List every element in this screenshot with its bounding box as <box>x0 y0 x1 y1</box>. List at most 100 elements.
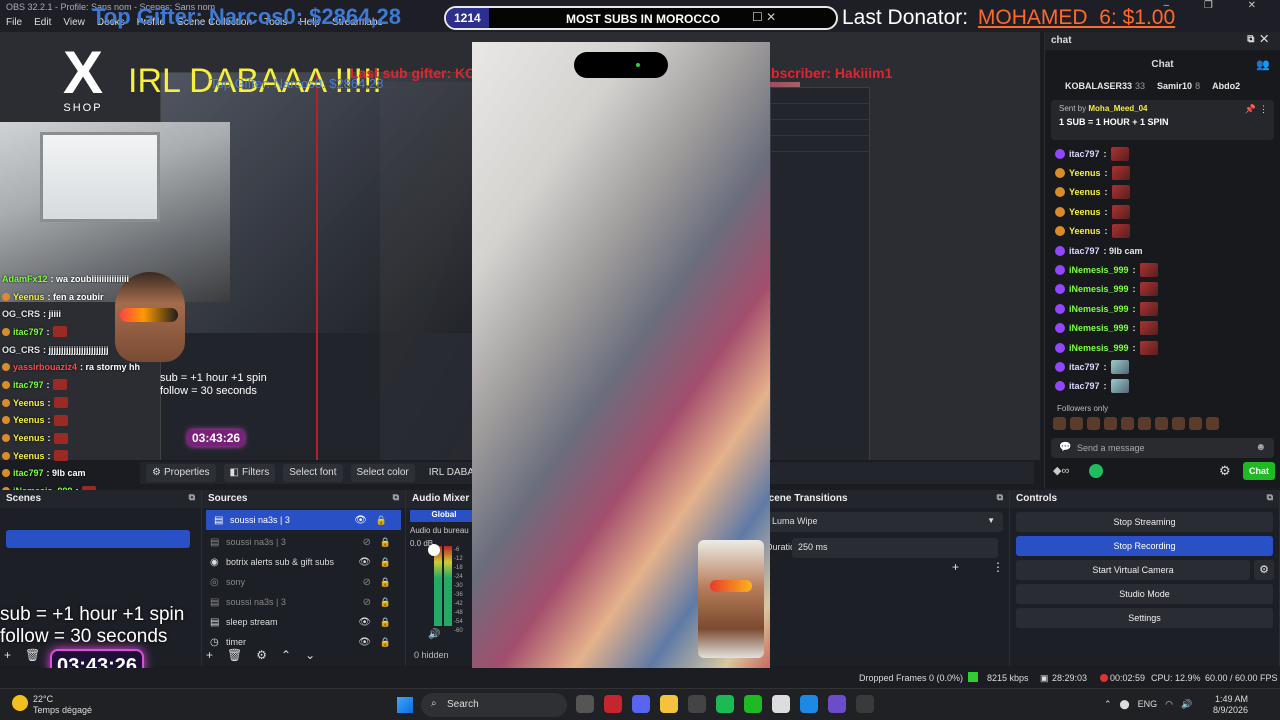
emote-icon[interactable] <box>1053 417 1066 431</box>
speaker-icon[interactable]: 🔊 <box>428 629 440 640</box>
lock-icon[interactable]: 🔒 <box>380 597 391 608</box>
source-item[interactable]: ▤ soussi na3s | 3 ⊘ 🔒 <box>202 592 405 612</box>
kick-icon[interactable] <box>1089 464 1103 478</box>
start-virtual-camera-button[interactable]: Start Virtual Camera <box>1016 560 1250 580</box>
emote-icon[interactable] <box>1189 417 1202 431</box>
capcut-icon[interactable] <box>772 695 790 713</box>
weather-icon[interactable] <box>12 695 28 711</box>
chat-username[interactable]: Yeenus <box>1069 226 1101 236</box>
dock-float-icon[interactable]: ⧉ <box>189 492 195 503</box>
lock-icon[interactable]: 🔒 <box>380 617 391 628</box>
selected-scene-row[interactable] <box>6 530 190 548</box>
emote-icon[interactable] <box>1070 417 1083 431</box>
users-icon[interactable]: 👥 <box>1256 58 1270 71</box>
pin-icon[interactable]: 📌 <box>1245 104 1256 115</box>
emote-icon[interactable] <box>1206 417 1219 431</box>
chevron-up-icon[interactable]: ⌃ <box>1104 699 1112 710</box>
chat-username[interactable]: itac797 <box>1069 246 1100 256</box>
app-tray-icon[interactable]: ⬤ <box>1120 699 1130 710</box>
stop-streaming-button[interactable]: Stop Streaming <box>1016 512 1273 532</box>
emote-icon[interactable] <box>1138 417 1151 431</box>
dock-window-controls[interactable]: ⧉✕ <box>1247 34 1274 45</box>
add-transition-icon[interactable]: + <box>952 560 959 574</box>
transition-select[interactable]: Luma Wipe ▼ <box>762 512 1003 532</box>
file-explorer-icon[interactable] <box>660 695 678 713</box>
goal-window-controls[interactable]: ☐ ✕ <box>752 10 776 24</box>
menu-view[interactable]: View <box>63 17 85 29</box>
duration-input[interactable]: 250 ms <box>792 538 998 558</box>
visibility-icon[interactable]: ⊘ <box>363 577 371 588</box>
source-item[interactable]: ▤ soussi na3s | 3 👁 🔒 <box>206 510 401 530</box>
more-options-icon[interactable]: ⋮ <box>992 560 1004 574</box>
lock-icon[interactable]: 🔒 <box>380 637 391 648</box>
visibility-icon[interactable]: 👁 <box>354 515 367 526</box>
source-item[interactable]: ▤ sleep stream 👁 🔒 <box>202 612 405 632</box>
stop-recording-button[interactable]: Stop Recording <box>1016 536 1273 556</box>
visibility-icon[interactable]: 👁 <box>358 617 371 628</box>
wifi-icon[interactable]: ◠ <box>1165 699 1173 710</box>
chat-username[interactable]: iNemesis_999 <box>1069 343 1129 353</box>
menu-file[interactable]: File <box>6 17 22 29</box>
chat-username[interactable]: iNemesis_999 <box>1069 284 1129 294</box>
lock-icon[interactable]: 🔒 <box>380 537 391 548</box>
select-color-button[interactable]: Select color <box>350 464 415 482</box>
virtual-camera-settings-icon[interactable]: ⚙ <box>1254 560 1274 580</box>
chat-username[interactable]: itac797 <box>1069 381 1100 391</box>
mixer-global-tab[interactable]: Global <box>410 510 478 522</box>
app-icon[interactable] <box>800 695 818 713</box>
spotify-icon[interactable] <box>716 695 734 713</box>
dock-float-icon[interactable]: ⧉ <box>393 492 399 503</box>
chat-username[interactable]: itac797 <box>1069 362 1100 372</box>
move-up-icon[interactable]: ⌃ <box>281 648 291 662</box>
source-item[interactable]: ◉ botrix alerts sub & gift subs 👁 🔒 <box>202 552 405 572</box>
emote-icon[interactable] <box>1087 417 1100 431</box>
emote-icon[interactable] <box>1155 417 1168 431</box>
move-down-icon[interactable]: ⌄ <box>305 648 315 662</box>
xbox-icon[interactable] <box>744 695 762 713</box>
chat-username[interactable]: Yeenus <box>1069 207 1101 217</box>
more-options-icon[interactable]: ⋮ <box>1259 104 1268 115</box>
windows-start-icon[interactable] <box>397 697 413 713</box>
select-font-button[interactable]: Select font <box>283 464 343 482</box>
lock-icon[interactable]: 🔒 <box>380 557 391 568</box>
terminal-icon[interactable] <box>856 695 874 713</box>
settings-button[interactable]: Settings <box>1016 608 1273 628</box>
points-icon[interactable]: ◆∞ <box>1053 464 1069 477</box>
task-view-icon[interactable] <box>576 695 594 713</box>
discord-icon[interactable] <box>632 695 650 713</box>
volume-slider-knob[interactable] <box>428 544 440 556</box>
dock-float-icon[interactable]: ⧉ <box>1267 492 1273 503</box>
lock-icon[interactable]: 🔒 <box>380 577 391 588</box>
source-item[interactable]: ◎ sony ⊘ 🔒 <box>202 572 405 592</box>
dock-float-icon[interactable]: ⧉ <box>997 492 1003 503</box>
visibility-icon[interactable]: 👁 <box>358 557 371 568</box>
emoji-icon[interactable]: ☻ <box>1255 442 1266 453</box>
chat-username[interactable]: iNemesis_999 <box>1069 304 1129 314</box>
visibility-icon[interactable]: ⊘ <box>363 537 371 548</box>
emote-icon[interactable] <box>1172 417 1185 431</box>
add-source-icon[interactable]: + <box>206 648 213 662</box>
chat-username[interactable]: iNemesis_999 <box>1069 265 1129 275</box>
filters-button[interactable]: ◧ Filters <box>223 464 276 482</box>
app-icon[interactable] <box>828 695 846 713</box>
menu-edit[interactable]: Edit <box>34 17 51 29</box>
chat-username[interactable]: itac797 <box>1069 149 1100 159</box>
visibility-icon[interactable]: 👁 <box>358 637 371 648</box>
taskbar-clock[interactable]: 1:49 AM 8/9/2026 <box>1208 694 1248 716</box>
chat-settings-icon[interactable]: ⚙ <box>1219 463 1231 479</box>
remove-source-icon[interactable]: 🗑 <box>227 648 242 662</box>
chat-username[interactable]: Yeenus <box>1069 168 1101 178</box>
chat-input[interactable]: 💬 Send a message ☻ <box>1051 438 1274 459</box>
add-scene-icon[interactable]: + <box>4 648 11 662</box>
language-indicator[interactable]: ENG <box>1138 699 1158 710</box>
visibility-icon[interactable]: ⊘ <box>363 597 371 608</box>
properties-button[interactable]: ⚙ Properties <box>146 464 216 482</box>
chat-username[interactable]: iNemesis_999 <box>1069 323 1129 333</box>
volume-icon[interactable]: 🔊 <box>1181 699 1192 710</box>
source-item[interactable]: ▤ soussi na3s | 3 ⊘ 🔒 <box>202 532 405 552</box>
chat-send-button[interactable]: Chat <box>1243 462 1275 480</box>
emote-icon[interactable] <box>1104 417 1117 431</box>
lock-icon[interactable]: 🔒 <box>376 515 387 526</box>
taskbar-search[interactable]: ⌕ Search <box>421 693 567 717</box>
remove-scene-icon[interactable]: 🗑 <box>25 648 40 662</box>
